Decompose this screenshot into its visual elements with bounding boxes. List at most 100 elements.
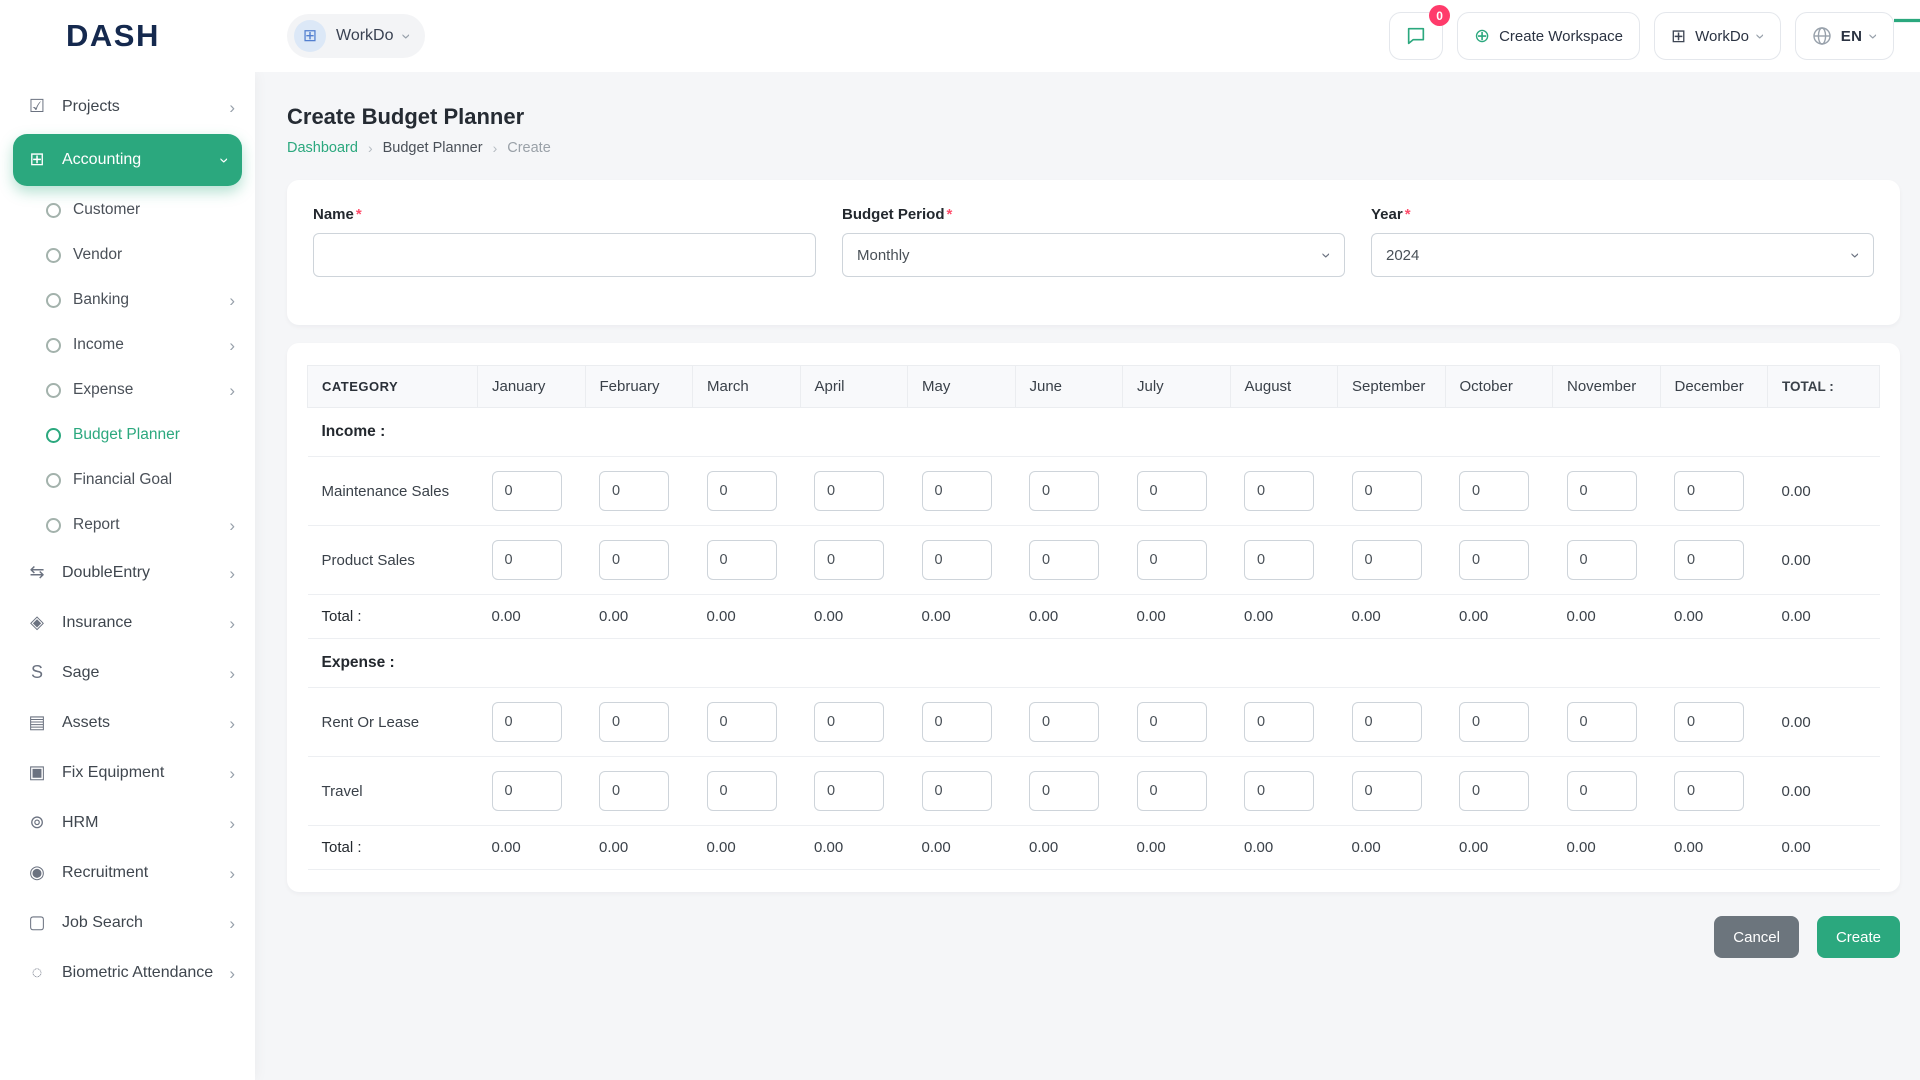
maintenance-sales-november-input[interactable] bbox=[1566, 471, 1637, 511]
rent-or-lease-august-input[interactable] bbox=[1244, 702, 1314, 742]
maintenance-sales-january-input[interactable] bbox=[491, 471, 562, 511]
sidebar-item-doubleentry[interactable]: ⇆ DoubleEntry › bbox=[0, 548, 255, 598]
travel-february-input[interactable] bbox=[599, 771, 669, 811]
product-sales-february-input[interactable] bbox=[599, 540, 669, 580]
sidebar-item-insurance[interactable]: ◈ Insurance › bbox=[0, 598, 255, 648]
rent-or-lease-january-input[interactable] bbox=[491, 702, 562, 742]
travel-may-input[interactable] bbox=[921, 771, 992, 811]
product-sales-october-input[interactable] bbox=[1459, 540, 1529, 580]
rent-or-lease-june-input[interactable] bbox=[1029, 702, 1099, 742]
travel-october-input[interactable] bbox=[1459, 771, 1529, 811]
sidebar-item-accounting[interactable]: ⊞ Accounting › bbox=[13, 134, 242, 186]
sidebar-item-expense[interactable]: Expense › bbox=[0, 368, 255, 413]
sidebar-item-report[interactable]: Report › bbox=[0, 503, 255, 548]
sidebar-item-biometric-attendance[interactable]: ◌ Biometric Attendance › bbox=[0, 948, 255, 998]
product-sales-september-input[interactable] bbox=[1351, 540, 1422, 580]
create-button[interactable]: Create bbox=[1816, 916, 1900, 958]
rent-or-lease-march-input[interactable] bbox=[706, 702, 777, 742]
rent-or-lease-december-input[interactable] bbox=[1674, 702, 1744, 742]
workspace-selector[interactable]: ⊞ WorkDo › bbox=[287, 14, 426, 58]
travel-september-input[interactable] bbox=[1351, 771, 1422, 811]
sidebar-item-job-search[interactable]: ▢ Job Search › bbox=[0, 898, 255, 948]
month-header-september: September bbox=[1337, 365, 1446, 408]
input-cell bbox=[800, 525, 908, 595]
product-sales-may-input[interactable] bbox=[921, 540, 992, 580]
product-sales-december-input[interactable] bbox=[1674, 540, 1744, 580]
maintenance-sales-september-input[interactable] bbox=[1351, 471, 1422, 511]
maintenance-sales-october-input[interactable] bbox=[1459, 471, 1529, 511]
year-select[interactable]: 2024 › bbox=[1371, 233, 1874, 277]
breadcrumb: Dashboard › Budget Planner › Create bbox=[287, 140, 1900, 156]
chevron-right-icon: › bbox=[229, 516, 235, 535]
product-sales-january-input[interactable] bbox=[491, 540, 562, 580]
input-cell bbox=[907, 456, 1015, 526]
sidebar-item-income[interactable]: Income › bbox=[0, 323, 255, 368]
sidebar-item-banking[interactable]: Banking › bbox=[0, 278, 255, 323]
rent-or-lease-october-input[interactable] bbox=[1459, 702, 1529, 742]
travel-august-input[interactable] bbox=[1244, 771, 1314, 811]
workdo-menu-button[interactable]: ⊞ WorkDo › bbox=[1654, 12, 1781, 60]
breadcrumb-dashboard[interactable]: Dashboard bbox=[287, 140, 358, 156]
product-sales-april-input[interactable] bbox=[814, 540, 884, 580]
create-workspace-button[interactable]: ⊕ Create Workspace bbox=[1457, 12, 1641, 60]
rent-or-lease-may-input[interactable] bbox=[921, 702, 992, 742]
travel-december-input[interactable] bbox=[1674, 771, 1744, 811]
sidebar-item-label: Expense bbox=[73, 381, 134, 399]
name-input[interactable] bbox=[313, 233, 816, 277]
sidebar-item-label: Insurance bbox=[62, 614, 133, 632]
sidebar-item-vendor[interactable]: Vendor bbox=[0, 233, 255, 278]
total-value: 0.00 bbox=[1660, 825, 1768, 870]
sidebar-item-budget-planner[interactable]: Budget Planner bbox=[0, 413, 255, 458]
cancel-button[interactable]: Cancel bbox=[1714, 916, 1799, 958]
total-value: 0.00 bbox=[800, 825, 908, 870]
travel-january-input[interactable] bbox=[491, 771, 562, 811]
maintenance-sales-may-input[interactable] bbox=[921, 471, 992, 511]
travel-march-input[interactable] bbox=[706, 771, 777, 811]
sidebar-item-sage[interactable]: S Sage › bbox=[0, 648, 255, 698]
product-sales-june-input[interactable] bbox=[1029, 540, 1099, 580]
budget-form-card: Name * Budget Period * Monthly › Year * 202… bbox=[287, 180, 1900, 325]
sidebar-item-assets[interactable]: ▤ Assets › bbox=[0, 698, 255, 748]
sidebar-item-fix-equipment[interactable]: ▣ Fix Equipment › bbox=[0, 748, 255, 798]
budget-period-label-text: Budget Period bbox=[842, 206, 945, 223]
category-row-product-sales: Product Sales 0.00 bbox=[307, 525, 1880, 595]
topbar: DASH ⊞ WorkDo › 0 ⊕ Create Workspace ⊞ W… bbox=[0, 0, 1920, 72]
sidebar-item-customer[interactable]: Customer bbox=[0, 188, 255, 233]
travel-june-input[interactable] bbox=[1029, 771, 1099, 811]
sidebar-item-recruitment[interactable]: ◉ Recruitment › bbox=[0, 848, 255, 898]
travel-april-input[interactable] bbox=[814, 771, 884, 811]
language-selector[interactable]: EN › bbox=[1794, 12, 1894, 60]
chevron-right-icon: › bbox=[229, 913, 235, 933]
input-cell bbox=[692, 687, 800, 757]
rent-or-lease-february-input[interactable] bbox=[599, 702, 669, 742]
sidebar-item-label: Job Search bbox=[62, 914, 143, 932]
input-cell bbox=[692, 756, 800, 826]
maintenance-sales-december-input[interactable] bbox=[1674, 471, 1744, 511]
travel-july-input[interactable] bbox=[1136, 771, 1207, 811]
product-sales-november-input[interactable] bbox=[1566, 540, 1637, 580]
chevron-right-icon: › bbox=[229, 563, 235, 583]
sidebar-item-hrm[interactable]: ⊚ HRM › bbox=[0, 798, 255, 848]
rent-or-lease-september-input[interactable] bbox=[1351, 702, 1422, 742]
product-sales-august-input[interactable] bbox=[1244, 540, 1314, 580]
sidebar-item-financial-goal[interactable]: Financial Goal bbox=[0, 458, 255, 503]
maintenance-sales-april-input[interactable] bbox=[814, 471, 884, 511]
maintenance-sales-august-input[interactable] bbox=[1244, 471, 1314, 511]
maintenance-sales-july-input[interactable] bbox=[1136, 471, 1207, 511]
row-label: Travel bbox=[307, 756, 478, 826]
budget-period-select[interactable]: Monthly › bbox=[842, 233, 1345, 277]
product-sales-july-input[interactable] bbox=[1136, 540, 1207, 580]
rent-or-lease-november-input[interactable] bbox=[1566, 702, 1637, 742]
maintenance-sales-march-input[interactable] bbox=[706, 471, 777, 511]
rent-or-lease-april-input[interactable] bbox=[814, 702, 884, 742]
maintenance-sales-june-input[interactable] bbox=[1029, 471, 1099, 511]
messages-button[interactable]: 0 bbox=[1389, 5, 1451, 60]
rent-or-lease-july-input[interactable] bbox=[1136, 702, 1207, 742]
maintenance-sales-february-input[interactable] bbox=[599, 471, 669, 511]
product-sales-march-input[interactable] bbox=[706, 540, 777, 580]
biometric-attendance-icon: ◌ bbox=[31, 962, 43, 983]
sidebar-item-projects[interactable]: ☑ Projects › bbox=[0, 82, 255, 132]
travel-november-input[interactable] bbox=[1566, 771, 1637, 811]
year-label: Year * bbox=[1371, 206, 1874, 223]
sage-icon: S bbox=[30, 662, 43, 683]
